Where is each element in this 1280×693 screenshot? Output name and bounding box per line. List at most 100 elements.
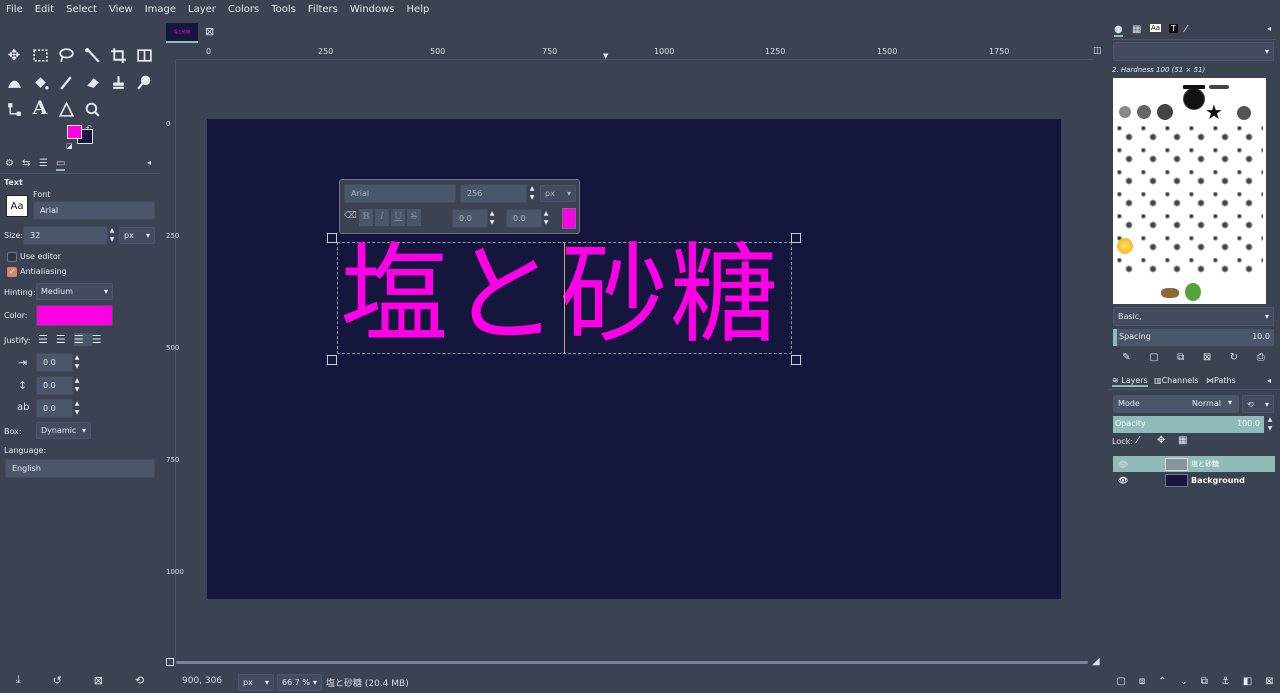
move-tool-icon[interactable]: ✥ (3, 44, 25, 66)
menu-help[interactable]: Help (401, 0, 436, 19)
brush-line[interactable] (1209, 85, 1229, 89)
fonts-tab-icon[interactable]: Aa (1150, 24, 1162, 32)
brush-block[interactable] (1183, 85, 1205, 89)
duplicate-brush-icon[interactable]: ⧉ (1177, 352, 1184, 363)
menu-colors[interactable]: Colors (222, 0, 265, 19)
save-options-icon[interactable]: ⤓ (16, 673, 21, 687)
device-status-tab-icon[interactable]: ⇆ (22, 158, 30, 169)
unit-dropdown[interactable]: px ▾ (238, 674, 274, 691)
size-unit-dropdown[interactable]: px ▾ (119, 227, 155, 244)
justify-right-icon[interactable]: ☰ (56, 333, 74, 346)
zoom-image-icon[interactable]: ◢ (1092, 656, 1100, 667)
italic-button[interactable]: I (375, 209, 389, 226)
layer-row-text[interactable]: 👁 塩と砂糖 (1113, 456, 1275, 472)
style-font-input[interactable]: Arial (344, 184, 456, 203)
tool-options-tab-icon[interactable]: ⚙ (5, 158, 14, 169)
image-tab-thumbnail[interactable]: 塩と砂糖 (166, 23, 198, 43)
text-box-handle-bottom-right[interactable] (791, 355, 801, 365)
text-tool-icon[interactable]: A (29, 97, 51, 119)
default-colors-icon[interactable]: ◪ (66, 142, 73, 150)
indent-input[interactable]: 0.0 (36, 353, 73, 372)
smudge-tool-icon[interactable] (133, 71, 155, 93)
rect-select-tool-icon[interactable] (29, 44, 51, 66)
brush-soft-2[interactable] (1137, 105, 1151, 119)
menu-select[interactable]: Select (60, 0, 103, 19)
text-color-button[interactable] (36, 305, 113, 326)
style-size-input[interactable]: 256 (460, 184, 527, 203)
paintbrush-tool-icon[interactable] (55, 71, 77, 93)
justify-left-icon[interactable]: ☰ (38, 333, 56, 346)
spacing-slider[interactable]: Spacing 10.0 (1113, 329, 1274, 346)
brush-preset-dropdown[interactable]: Basic, ▾ (1113, 307, 1274, 326)
menu-file[interactable]: File (0, 0, 29, 19)
text-tab-icon[interactable]: T (1169, 24, 1178, 33)
text-box-handle-top-left[interactable] (327, 233, 337, 243)
dock-tab-menu-icon[interactable]: ◂ (1267, 24, 1271, 33)
antialiasing-checkbox[interactable] (7, 267, 17, 277)
text-box-handle-top-right[interactable] (791, 233, 801, 243)
box-dropdown[interactable]: Dynamic ▾ (36, 422, 91, 439)
style-color-button[interactable] (562, 208, 576, 229)
size-input[interactable]: 32 (23, 226, 108, 245)
horizontal-scrollbar[interactable] (176, 661, 1088, 664)
clear-style-icon[interactable]: ⌫ (344, 211, 357, 221)
lock-alpha-icon[interactable]: ▦ (1178, 435, 1187, 446)
style-unit-dropdown[interactable]: px ▾ (540, 185, 576, 202)
raise-layer-icon[interactable]: ⌃ (1158, 676, 1166, 687)
hinting-dropdown[interactable]: Medium ▾ (36, 283, 113, 300)
kerning-input[interactable]: 0.0 (506, 209, 542, 228)
menu-windows[interactable]: Windows (344, 0, 401, 19)
swap-colors-icon[interactable]: ↶ (86, 124, 92, 132)
brush-sun[interactable] (1117, 238, 1133, 254)
close-tab-icon[interactable]: ⊠ (205, 25, 214, 38)
use-editor-checkbox[interactable] (7, 252, 17, 262)
language-input[interactable]: English (5, 459, 155, 478)
strikethrough-button[interactable]: S (407, 209, 421, 226)
underline-button[interactable]: U (391, 209, 405, 226)
font-input[interactable]: Arial (33, 201, 155, 220)
duplicate-layer-icon[interactable]: ⧉ (1201, 676, 1208, 687)
menu-image[interactable]: Image (139, 0, 182, 19)
open-brush-icon[interactable]: ⎙ (1257, 352, 1265, 363)
patterns-tab-icon[interactable]: ▦ (1132, 24, 1141, 35)
images-tab-icon[interactable]: ▭ (56, 158, 66, 171)
paint-dynamics-tab-icon[interactable]: ⁄ (1185, 24, 1187, 35)
opacity-spinner[interactable]: ▲ ▼ (1266, 415, 1274, 432)
tab-layers[interactable]: ≋ Layers (1112, 376, 1148, 387)
opacity-slider[interactable]: Opacity 100.0 (1113, 416, 1264, 433)
layer-visibility-eye-icon[interactable]: 👁 (1113, 460, 1133, 469)
clone-tool-icon[interactable] (107, 71, 129, 93)
star-brush-icon[interactable]: ★ (1205, 100, 1223, 124)
navigate-icon[interactable]: ◫ (1093, 46, 1105, 60)
layer-mask-icon[interactable]: ◧ (1243, 676, 1252, 687)
justify-fill-icon[interactable]: ☰ (92, 333, 110, 346)
line-spacing-input[interactable]: 0.0 (36, 376, 73, 395)
eraser-tool-icon[interactable] (81, 71, 103, 93)
composite-mode-dropdown[interactable]: ⟲ ▾ (1242, 395, 1274, 413)
menu-edit[interactable]: Edit (29, 0, 60, 19)
kerning-spinner[interactable]: ▲ ▼ (542, 209, 550, 228)
layer-visibility-eye-icon[interactable]: 👁 (1113, 476, 1133, 485)
brush-texture-grid[interactable] (1117, 126, 1263, 276)
restore-options-icon[interactable]: ↺ (53, 674, 62, 687)
zoom-dropdown[interactable]: 66.7 % ▾ (277, 674, 322, 691)
warp-tool-icon[interactable] (3, 71, 25, 93)
brush-texture-leaf[interactable] (1161, 288, 1179, 298)
brush-grid[interactable]: ★ (1113, 78, 1266, 304)
paths-tool-icon[interactable] (3, 98, 25, 120)
baseline-input[interactable]: 0.0 (452, 209, 488, 228)
brush-filter-dropdown[interactable]: ▾ (1113, 42, 1274, 61)
lower-layer-icon[interactable]: ⌄ (1179, 676, 1187, 687)
refresh-brushes-icon[interactable]: ↻ (1230, 352, 1238, 363)
edit-brush-icon[interactable]: ✎ (1122, 352, 1130, 363)
brush-hardness-100[interactable] (1183, 88, 1205, 110)
font-preview-icon[interactable]: Aa (6, 195, 28, 217)
justify-center-icon[interactable]: ☰ (73, 333, 92, 346)
indent-spinner[interactable]: ▲ ▼ (73, 353, 81, 372)
brush-soft-1[interactable] (1119, 106, 1131, 118)
undo-history-tab-icon[interactable]: ☰ (39, 158, 48, 169)
delete-layer-icon[interactable]: ⊠ (1265, 676, 1273, 687)
text-box-handle-bottom-left[interactable] (327, 355, 337, 365)
new-layer-icon[interactable]: ▢ (1116, 676, 1125, 687)
lasso-tool-icon[interactable] (55, 44, 77, 66)
